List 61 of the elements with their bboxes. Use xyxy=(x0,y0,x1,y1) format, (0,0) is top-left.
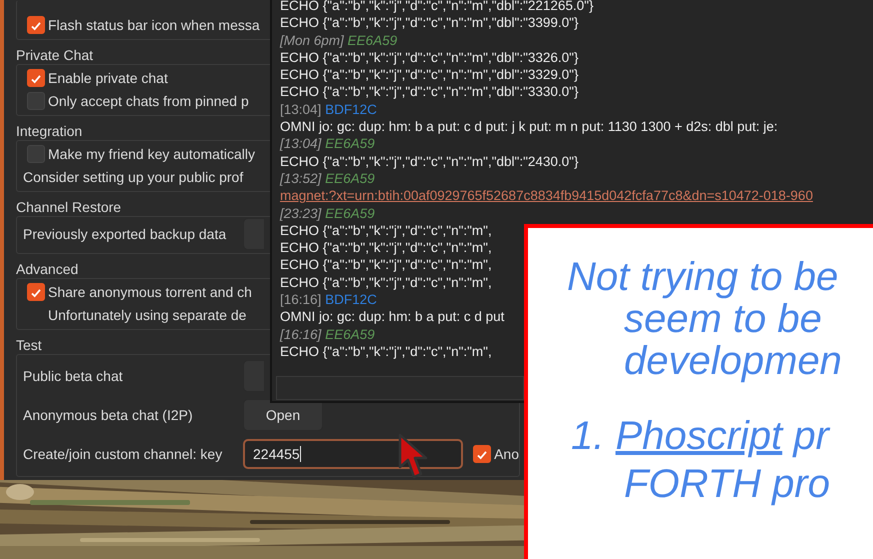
checkbox[interactable] xyxy=(27,92,45,110)
slide-text: pr xyxy=(793,414,829,458)
group-title: Channel Restore xyxy=(16,198,122,216)
message-text: ECHO {"a":"b","k":"j","d":"c","n":"m", xyxy=(280,239,492,256)
row-label: Previously exported backup data xyxy=(23,226,228,242)
message-input-field[interactable] xyxy=(276,376,524,400)
row-label: Create/join custom channel: key xyxy=(23,446,224,462)
slide-text: FORTH pro xyxy=(624,461,830,508)
checkbox-label: Only accept chats from pinned p xyxy=(48,92,249,108)
checkbox-label: Flash status bar icon when messa xyxy=(48,16,260,32)
message-time: [13:04] xyxy=(280,102,322,117)
message-time: [13:52] xyxy=(280,170,322,186)
group-title: Private Chat xyxy=(16,46,94,64)
message-text: OMNI jo: gc: dup: hm: b a put: c d put xyxy=(280,308,504,326)
message-text: ECHO {"a":"b","k":"j","d":"c","n":"m", xyxy=(280,342,492,360)
checkbox-label: Share anonymous torrent and ch xyxy=(48,284,252,300)
checkbox-label: Make my friend key automatically xyxy=(48,146,255,162)
checkbox-label: Enable private chat xyxy=(48,70,168,86)
checkbox[interactable] xyxy=(27,144,45,162)
message-time: [16:16] xyxy=(280,292,322,308)
checkbox-label: Ano xyxy=(494,446,519,462)
message-text: ECHO {"a":"b","k":"j","d":"c","n":"m","dbl":"3326.0"} xyxy=(280,48,578,66)
message-text: ECHO {"a":"b","k":"j","d":"c","n":"m","dbl":"3330.0"} xyxy=(280,83,578,101)
author-id: EE6A59 xyxy=(325,170,375,186)
note-text: Consider setting up your public prof xyxy=(23,168,244,184)
group-title: Integration xyxy=(16,122,82,140)
group-title: Advanced xyxy=(16,260,78,278)
message-text: ECHO {"a":"b","k":"j","d":"c","n":"m","dbl":"3399.0"} xyxy=(280,14,578,32)
message-text: OMNI jo: gc: dup: hm: b a put: c d put: j k put: m n put: 1130 1300 + d2s: dbl put: je: xyxy=(280,118,778,136)
group-title: Test xyxy=(16,336,42,354)
checkbox[interactable] xyxy=(27,16,45,34)
author-id: EE6A59 xyxy=(325,206,375,221)
list-number: 1. xyxy=(571,414,604,458)
message-text: ECHO {"a":"b","k":"j","d":"c","n":"m","dbl":"2430.0"} xyxy=(280,152,578,170)
message-time: [13:04] xyxy=(280,136,322,152)
checkbox[interactable] xyxy=(27,68,45,86)
slide-text: seem to be xyxy=(624,298,822,340)
author-id: BDF12C xyxy=(325,292,377,308)
hint-text: Unfortunately using separate de xyxy=(48,306,246,322)
magnet-link[interactable]: magnet:?xt=urn:btih:00af0929765f52687c8834fb9415d042fcfa77c8&dn=s10472-018-960 xyxy=(280,188,813,204)
message-time: [16:16] xyxy=(280,326,322,342)
message-text: ECHO {"a":"b","k":"j","d":"c","n":"m","dbl":"221265.0"} xyxy=(280,0,594,14)
author-id: EE6A59 xyxy=(325,136,375,152)
message-text: ECHO {"a":"b","k":"j","d":"c","n":"m", xyxy=(280,222,492,240)
row-label: Anonymous beta chat (I2P) xyxy=(23,406,194,422)
slide-text: Not trying to be xyxy=(567,256,838,298)
message-time: [23:23] xyxy=(280,206,322,221)
message-text: ECHO {"a":"b","k":"j","d":"c","n":"m", xyxy=(280,274,492,292)
slide-text: developmen xyxy=(624,340,842,382)
open-button[interactable]: Open xyxy=(243,398,323,430)
message-time: [Mon 6pm] xyxy=(280,32,344,48)
message-text: ECHO {"a":"b","k":"j","d":"c","n":"m", xyxy=(280,256,492,274)
key-input-field[interactable]: 224455 xyxy=(243,438,464,468)
checkbox[interactable] xyxy=(473,444,492,462)
phoscript-link[interactable]: Phoscript xyxy=(615,414,782,458)
author-id: EE6A59 xyxy=(325,326,375,342)
author-id: BDF12C xyxy=(325,102,377,117)
checkbox[interactable] xyxy=(27,282,45,300)
message-text: ECHO {"a":"b","k":"j","d":"c","n":"m","dbl":"3329.0"} xyxy=(280,66,578,84)
author-id: EE6A59 xyxy=(348,32,398,48)
row-label: Public beta chat xyxy=(23,368,124,384)
